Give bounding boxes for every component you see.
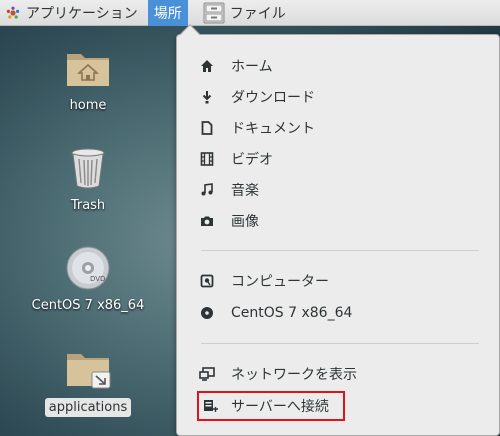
menu-item-music[interactable]: 音楽 xyxy=(199,178,259,202)
server-icon xyxy=(203,398,219,414)
desktop-icon-applications[interactable]: applications xyxy=(23,346,153,417)
places-dropdown-menu: ホーム ダウンロード ドキュメント ビデオ 音楽 画像 コンピューター Cent… xyxy=(176,24,500,436)
download-icon xyxy=(199,89,215,105)
desktop-icon-home[interactable]: home xyxy=(23,46,153,113)
menu-item-computer[interactable]: コンピューター xyxy=(199,269,329,293)
film-icon xyxy=(199,151,215,167)
menu-separator xyxy=(201,343,479,344)
svg-text:DVD: DVD xyxy=(90,275,105,283)
menu-item-home[interactable]: ホーム xyxy=(199,54,273,78)
menu-item-videos-label: ビデオ xyxy=(231,152,273,168)
desktop-icon-trash-label: Trash xyxy=(70,198,106,213)
menu-item-pictures[interactable]: 画像 xyxy=(199,209,259,233)
desktop-icon-trash[interactable]: Trash xyxy=(23,146,153,213)
desktop-icon-centos-disc[interactable]: DVD CentOS 7 x86_64 xyxy=(23,246,153,313)
menu-item-pictures-label: 画像 xyxy=(231,214,259,230)
home-folder-icon xyxy=(67,54,109,86)
menu-item-documents-label: ドキュメント xyxy=(231,121,315,137)
places-menu-label: 場所 xyxy=(153,5,182,22)
menu-item-centos-disc[interactable]: CentOS 7 x86_64 xyxy=(199,301,352,325)
menu-item-connect-to-server[interactable]: サーバーへ接続 xyxy=(197,391,345,421)
folder-link-icon xyxy=(67,354,111,389)
menu-item-videos[interactable]: ビデオ xyxy=(199,147,273,171)
dvd-icon: DVD xyxy=(66,246,110,290)
camera-icon xyxy=(199,213,215,229)
menu-caret xyxy=(180,24,200,44)
desktop-icon-centos-label: CentOS 7 x86_64 xyxy=(31,298,145,313)
files-menu[interactable]: ファイル xyxy=(202,0,292,26)
hard-drive-icon xyxy=(199,273,215,289)
applications-menu[interactable]: アプリケーション xyxy=(0,0,144,26)
network-icon xyxy=(199,366,215,382)
menu-item-home-label: ホーム xyxy=(231,59,273,75)
menu-item-computer-label: コンピューター xyxy=(231,274,329,290)
gnome-foot-icon xyxy=(6,6,20,20)
desktop-icon-applications-label: applications xyxy=(44,398,132,417)
menu-item-downloads-label: ダウンロード xyxy=(231,90,315,106)
music-note-icon xyxy=(199,182,215,198)
menu-item-music-label: 音楽 xyxy=(231,183,259,199)
menu-item-browse-network-label: ネットワークを表示 xyxy=(231,367,357,383)
menu-item-downloads[interactable]: ダウンロード xyxy=(199,85,315,109)
places-menu[interactable]: 場所 xyxy=(147,0,188,26)
menu-item-connect-to-server-label: サーバーへ接続 xyxy=(231,399,329,415)
document-icon xyxy=(199,120,215,136)
disc-icon xyxy=(199,305,215,321)
menu-item-browse-network[interactable]: ネットワークを表示 xyxy=(199,362,357,386)
menu-separator xyxy=(201,250,479,251)
file-cabinet-icon xyxy=(202,2,226,24)
home-icon xyxy=(199,58,215,74)
menu-item-documents[interactable]: ドキュメント xyxy=(199,116,315,140)
top-bar: アプリケーション 場所 ファイル xyxy=(0,0,500,26)
files-menu-label: ファイル xyxy=(229,5,286,22)
applications-menu-label: アプリケーション xyxy=(26,5,138,22)
desktop-icon-home-label: home xyxy=(69,98,107,113)
trash-icon xyxy=(71,148,105,189)
menu-item-centos-disc-label: CentOS 7 x86_64 xyxy=(231,305,353,321)
